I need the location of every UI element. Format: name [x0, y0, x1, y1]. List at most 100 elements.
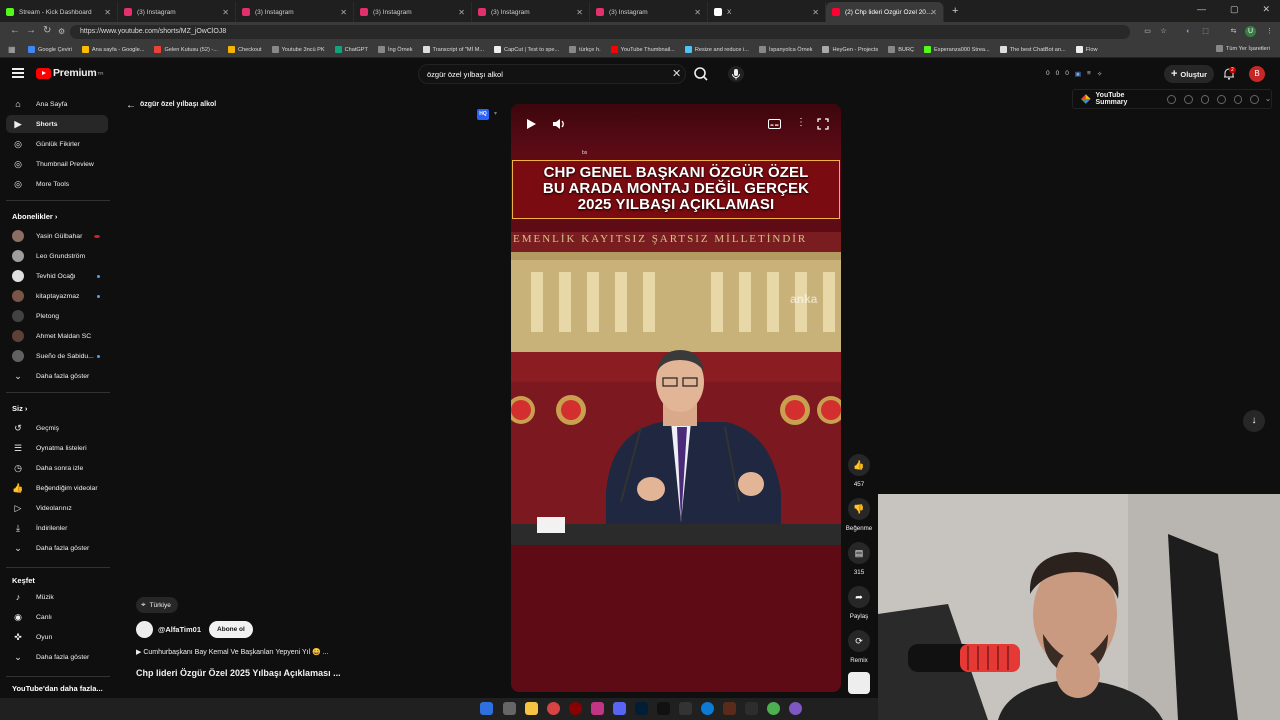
summary-globe-icon[interactable] [1183, 94, 1193, 104]
discord-icon[interactable] [613, 702, 626, 715]
sidebar-item[interactable]: ▶ Shorts [6, 115, 108, 133]
tiktok-icon[interactable] [657, 702, 670, 715]
sidebar-item[interactable]: ◉ Canlı [6, 608, 108, 626]
browser-tab[interactable]: (3) Instagram ✕ [236, 2, 354, 22]
close-tab-icon[interactable]: ✕ [930, 8, 937, 17]
minimize-icon[interactable]: — [1197, 4, 1206, 15]
create-button[interactable]: + Oluştur [1164, 65, 1214, 83]
short-title[interactable]: Chp lideri Özgür Özel 2025 Yılbaşı Açıkl… [136, 668, 341, 678]
youtube-summary-bar[interactable]: YouTube Summary ⌄ [1072, 89, 1272, 109]
channel-avatar[interactable] [136, 621, 153, 638]
dislike-icon[interactable]: 👎 [848, 498, 870, 520]
bookmark-item[interactable]: Checkout [227, 46, 262, 53]
summary-settings-icon[interactable] [1250, 94, 1260, 104]
sidebar-item[interactable]: ◎ Günlük Fikirler [6, 135, 108, 153]
bookmark-item[interactable]: Transcript of "Mİ M... [422, 46, 484, 53]
play-icon[interactable] [525, 118, 537, 130]
search-input[interactable]: özgür özel yılbaşı alkol [418, 64, 686, 84]
instagram-icon[interactable] [591, 702, 604, 715]
close-tab-icon[interactable]: ✕ [694, 8, 701, 17]
windows-start-icon[interactable] [480, 702, 493, 715]
extension-icon[interactable]: ⬚ [1200, 26, 1211, 37]
account-avatar[interactable]: B [1249, 66, 1265, 82]
bookmark-item[interactable]: The best ChatBot an... [999, 46, 1066, 53]
sidebar-item[interactable]: ♪ Müzik [6, 588, 108, 606]
url-field[interactable]: https://www.youtube.com/shorts/MZ_jOwClO… [70, 25, 1130, 39]
sidebar-item[interactable]: ⤓ İndirilenler [6, 519, 108, 537]
browser-tab[interactable]: X ✕ [708, 2, 826, 22]
bookmark-item[interactable]: Esperanza000 Strea... [924, 46, 990, 53]
subscription-item[interactable]: Yasin Gülbahar [6, 227, 108, 245]
sidebar-item[interactable]: ⌄ Daha fazla göster [6, 539, 108, 557]
summary-audio-icon[interactable] [1217, 94, 1226, 104]
channel-name[interactable]: @AlfaTim01 [158, 625, 201, 634]
summary-copy-icon[interactable] [1167, 94, 1176, 104]
comments-action[interactable]: ▤ 315 [844, 542, 874, 576]
browser-menu-icon[interactable]: ⋮ [1264, 26, 1275, 37]
shorts-player[interactable]: ⋮ bs CHP GENEL BAŞKANI ÖZGÜR ÖZEL BU ARA… [511, 104, 841, 692]
like-icon[interactable]: 👍 [848, 454, 870, 476]
app-icon[interactable] [745, 702, 758, 715]
browser-tab[interactable]: (3) Instagram ✕ [118, 2, 236, 22]
bookmark-item[interactable]: Youtube 3ncü PK [271, 46, 325, 53]
extension-audio-icon[interactable]: ◖ [1182, 26, 1193, 37]
sidebar-toggle-icon[interactable]: ⇆ [1228, 26, 1239, 37]
apps-grid-icon[interactable]: ▦ [8, 45, 16, 54]
bookmark-star-icon[interactable]: ☆ [1158, 26, 1169, 37]
bookmark-item[interactable]: Google Çeviri [28, 46, 72, 53]
close-tab-icon[interactable]: ✕ [104, 8, 111, 17]
sidebar-item[interactable]: ◎ More Tools [6, 175, 108, 193]
sidebar-item[interactable]: ✜ Oyun [6, 628, 108, 646]
close-window-icon[interactable]: ✕ [1262, 4, 1270, 15]
chevron-down-icon[interactable]: ▾ [494, 110, 497, 117]
like-action[interactable]: 👍 457 [844, 454, 874, 488]
sidebar-item[interactable]: 👍 Beğendiğim videolar [6, 479, 108, 497]
sidebar-item[interactable]: ⌄ Daha fazla göster [6, 367, 108, 385]
share-action[interactable]: ➦ Paylaş [844, 586, 874, 620]
summary-headphones-icon[interactable] [1200, 94, 1210, 104]
chrome-icon[interactable] [767, 702, 780, 715]
back-arrow-icon[interactable]: ← [126, 100, 136, 111]
sidebar-item[interactable]: ◎ Thumbnail Preview [6, 155, 108, 173]
browser-tab[interactable]: (3) Instagram ✕ [472, 2, 590, 22]
bookmark-item[interactable]: BURÇ [888, 46, 914, 53]
task-view-icon[interactable] [503, 702, 516, 715]
search-icon[interactable] [692, 65, 710, 83]
sidebar-item[interactable]: ◷ Daha sonra izle [6, 459, 108, 477]
close-tab-icon[interactable]: ✕ [458, 8, 465, 17]
close-tab-icon[interactable]: ✕ [576, 8, 583, 17]
cast-icon[interactable]: ▭ [1142, 26, 1153, 37]
share-icon[interactable]: ➦ [848, 586, 870, 608]
subscription-item[interactable]: kitaptayazmaz [6, 287, 108, 305]
browser-tab[interactable]: (2) Chp lideri Özgür Özel 2025 ✕ [826, 2, 944, 22]
app-icon[interactable] [723, 702, 736, 715]
summary-expand-icon[interactable]: ⌄ [1265, 95, 1271, 103]
clear-search-icon[interactable]: ✕ [672, 67, 681, 80]
captions-icon[interactable] [768, 119, 781, 129]
file-explorer-icon[interactable] [525, 702, 538, 715]
sidebar-item[interactable]: ▷ Videolarınız [6, 499, 108, 517]
subscription-item[interactable]: Ahmet Maldan SC [6, 327, 108, 345]
bookmark-item[interactable]: CapCut | Test to spe... [494, 46, 559, 53]
close-tab-icon[interactable]: ✕ [222, 8, 229, 17]
app-icon[interactable] [679, 702, 692, 715]
close-tab-icon[interactable]: ✕ [340, 8, 347, 17]
quality-badge[interactable]: HQ [477, 109, 489, 120]
extension-stats[interactable]: 0 0 0 ▣ ≡ ✧ [1046, 70, 1102, 78]
forward-icon[interactable]: → [26, 25, 36, 36]
bookmark-item[interactable]: ChatGPT [334, 46, 368, 53]
app-icon[interactable] [547, 702, 560, 715]
comment-icon[interactable]: ▤ [848, 542, 870, 564]
short-description[interactable]: ▶ Cumhurbaşkanı Bay Kemal Ve Başkanları … [136, 648, 329, 656]
sidebar-item[interactable]: ↺ Geçmiş [6, 419, 108, 437]
browser-tab[interactable]: (3) Instagram ✕ [354, 2, 472, 22]
list-icon[interactable]: ≡ [1087, 70, 1091, 78]
app-icon[interactable] [789, 702, 802, 715]
bookmark-item[interactable]: Gelen Kutusu (52) -... [154, 46, 218, 53]
remix-action[interactable]: ⟳ Remix [844, 630, 874, 664]
youtube-premium-logo[interactable]: Premium TR [36, 67, 104, 79]
browser-tab[interactable]: Stream - Kick Dashboard ✕ [0, 2, 118, 22]
bookmark-item[interactable]: İspanyolca Örnek [758, 46, 812, 53]
maximize-icon[interactable]: ▢ [1230, 4, 1239, 15]
sound-thumbnail[interactable] [844, 672, 874, 694]
